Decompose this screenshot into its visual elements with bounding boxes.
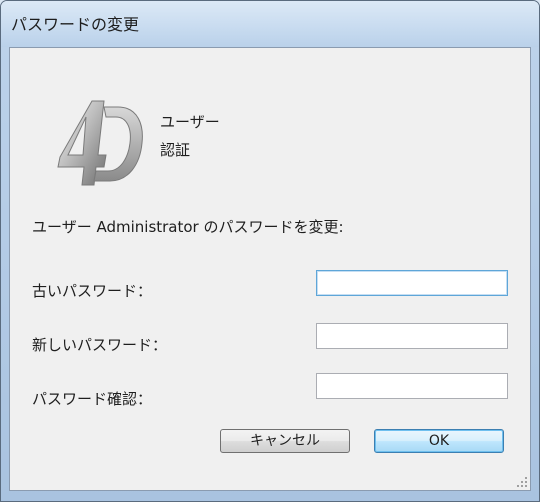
window-title: パスワードの変更	[11, 15, 140, 34]
dialog-window: パスワードの変更 ユーザー 認証 ユーザー Administrator のパスワ…	[0, 0, 540, 502]
dialog-content: ユーザー 認証 ユーザー Administrator のパスワードを変更: 古い…	[9, 47, 531, 491]
confirm-password-label: パスワード確認：	[32, 390, 153, 408]
new-password-label: 新しいパスワード：	[32, 336, 168, 354]
cancel-button[interactable]: キャンセル	[220, 429, 350, 453]
ok-button[interactable]: OK	[374, 429, 504, 453]
change-password-prompt: ユーザー Administrator のパスワードを変更:	[32, 218, 344, 236]
old-password-input[interactable]	[316, 270, 508, 296]
auth-line-user: ユーザー	[160, 113, 220, 131]
new-password-input[interactable]	[316, 323, 508, 349]
auth-caption: ユーザー 認証	[160, 108, 220, 164]
old-password-label: 古いパスワード：	[32, 282, 153, 300]
resize-grip-icon[interactable]	[516, 476, 528, 488]
title-bar[interactable]: パスワードの変更	[1, 1, 539, 47]
auth-line-authentication: 認証	[160, 141, 191, 159]
4d-logo	[57, 100, 143, 186]
confirm-password-input[interactable]	[316, 373, 508, 399]
